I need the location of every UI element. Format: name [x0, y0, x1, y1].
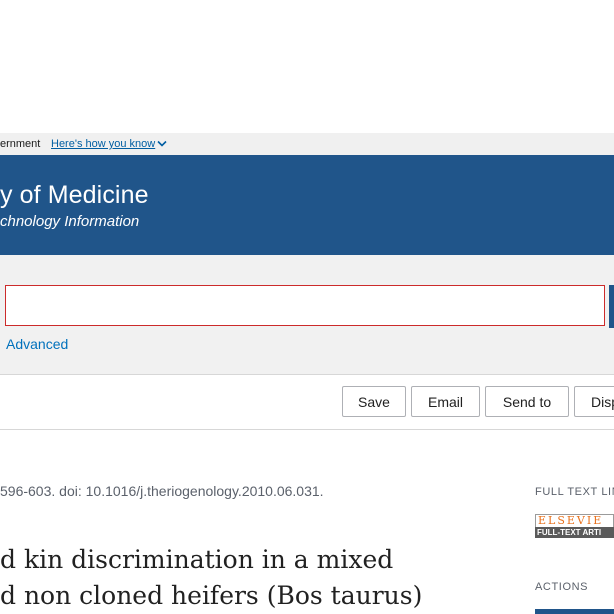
email-button[interactable]: Email: [411, 386, 480, 417]
article-title: d kin discrimination in a mixed d non cl…: [0, 542, 460, 614]
gov-banner-text: ernment: [0, 138, 41, 150]
advanced-search-link[interactable]: Advanced: [6, 336, 68, 352]
full-text-links-heading: FULL TEXT LIN: [535, 486, 614, 498]
search-area: Advanced: [0, 255, 614, 375]
gov-banner: ernment Here's how you know: [0, 133, 614, 155]
heres-how-you-know-label: Here's how you know: [51, 138, 156, 150]
heres-how-you-know-link[interactable]: Here's how you know: [51, 133, 167, 155]
site-header: y of Medicine chnology Information: [0, 155, 614, 255]
elsevier-full-text-link[interactable]: ELSEVIE FULL-TEXT ARTI: [535, 514, 614, 538]
search-input[interactable]: [5, 285, 605, 326]
full-text-article-label: FULL-TEXT ARTI: [535, 527, 614, 538]
top-blank-area: [0, 0, 614, 133]
article-citation: 596-603. doi: 10.1016/j.theriogenology.2…: [0, 483, 324, 499]
site-subtitle: chnology Information: [0, 213, 140, 230]
elsevier-logo: ELSEVIE: [535, 514, 614, 527]
actions-cite-button[interactable]: [535, 609, 614, 614]
send-to-button[interactable]: Send to: [485, 386, 569, 417]
site-title[interactable]: y of Medicine: [0, 181, 149, 210]
save-button[interactable]: Save: [342, 386, 406, 417]
article-title-line-1: d kin discrimination in a mixed: [0, 545, 394, 574]
article-title-line-2: d non cloned heifers (Bos taurus): [0, 581, 423, 610]
display-options-button[interactable]: Disp: [574, 386, 614, 417]
search-button[interactable]: [609, 285, 614, 328]
chevron-down-icon: [157, 140, 167, 147]
action-bar: Save Email Send to Disp: [0, 375, 614, 430]
actions-heading: ACTIONS: [535, 581, 589, 593]
